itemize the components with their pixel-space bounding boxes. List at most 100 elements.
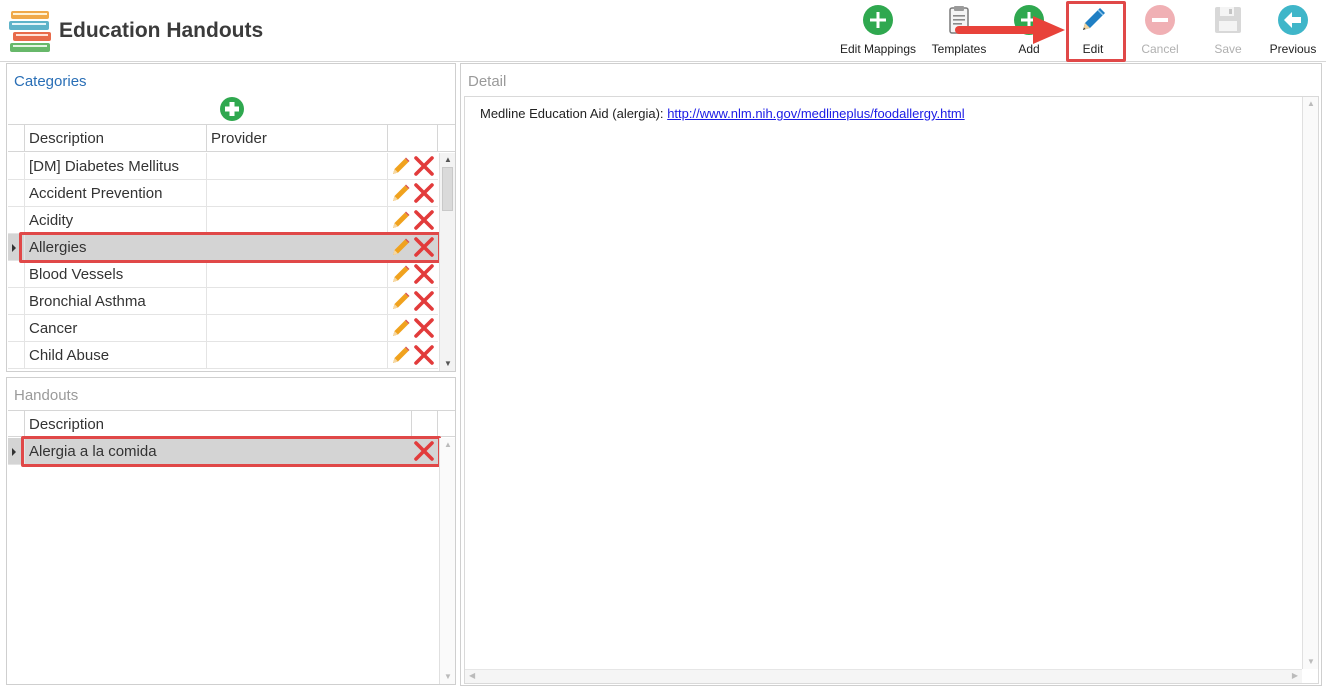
- table-row[interactable]: Blood Vessels: [8, 261, 438, 288]
- handouts-panel: Handouts Description Alergia a la comida…: [6, 377, 456, 685]
- table-row[interactable]: Acidity: [8, 207, 438, 234]
- previous-label: Previous: [1269, 42, 1317, 56]
- pencil-icon[interactable]: [390, 182, 412, 204]
- categories-title: Categories: [14, 73, 87, 90]
- edit-highlight-box: [1066, 1, 1126, 62]
- cancel-button[interactable]: Cancel: [1138, 4, 1182, 58]
- annotation-arrow-icon: [955, 16, 1065, 44]
- red-x-icon[interactable]: [413, 236, 435, 258]
- scroll-down-icon[interactable]: ▼: [443, 359, 453, 369]
- arrow-left-circle-icon: [1278, 5, 1308, 35]
- pencil-icon[interactable]: [390, 263, 412, 285]
- handouts-grid: Description Alergia a la comida ▲ ▼: [8, 410, 455, 684]
- table-row-selected[interactable]: Allergies: [8, 234, 438, 261]
- detail-text: Medline Education Aid (alergia):: [480, 106, 664, 121]
- row-indicator-cell: [8, 288, 25, 315]
- header: Education Handouts Edit Mappings Templat…: [0, 0, 1326, 62]
- handouts-title: Handouts: [14, 387, 79, 404]
- row-indicator-cell: [8, 234, 25, 261]
- row-indicator-cell: [8, 180, 25, 207]
- category-provider: [207, 180, 388, 207]
- pencil-icon[interactable]: [390, 317, 412, 339]
- minus-circle-icon: [1145, 5, 1175, 35]
- category-provider: [207, 342, 388, 369]
- scroll-down-icon[interactable]: ▼: [1306, 657, 1316, 667]
- handouts-scrollbar[interactable]: ▲ ▼: [439, 438, 455, 684]
- save-button[interactable]: Save: [1208, 4, 1248, 58]
- detail-panel: Detail Medline Education Aid (alergia): …: [460, 63, 1322, 686]
- category-description: Allergies: [29, 239, 87, 256]
- table-row[interactable]: Accident Prevention: [8, 180, 438, 207]
- scroll-up-icon[interactable]: ▲: [1306, 99, 1316, 109]
- table-row[interactable]: Bronchial Asthma: [8, 288, 438, 315]
- edit-mappings-button[interactable]: Edit Mappings: [838, 4, 918, 58]
- category-description: [DM] Diabetes Mellitus: [25, 153, 207, 180]
- category-provider: [207, 315, 388, 342]
- categories-grid: Description Provider [DM] Diabetes Melli…: [8, 124, 455, 372]
- category-description: Accident Prevention: [25, 180, 207, 207]
- edit-mappings-label: Edit Mappings: [839, 42, 917, 56]
- add-category-icon[interactable]: [219, 96, 245, 122]
- save-label: Save: [1214, 42, 1242, 56]
- table-row[interactable]: Child Abuse: [8, 342, 438, 369]
- category-provider: [207, 234, 388, 261]
- plus-circle-icon: [863, 5, 893, 35]
- detail-line: Medline Education Aid (alergia): http://…: [480, 106, 965, 121]
- scroll-up-icon[interactable]: ▲: [443, 155, 453, 165]
- table-row-selected[interactable]: Alergia a la comida: [8, 438, 438, 465]
- detail-link[interactable]: http://www.nlm.nih.gov/medlineplus/fooda…: [667, 106, 964, 121]
- category-provider: [207, 153, 388, 180]
- category-description: Blood Vessels: [25, 261, 207, 288]
- pencil-icon[interactable]: [390, 209, 412, 231]
- column-header-actions: [388, 125, 438, 152]
- red-x-icon[interactable]: [413, 209, 435, 231]
- scroll-up-icon[interactable]: ▲: [443, 440, 453, 450]
- table-row[interactable]: Cancer: [8, 315, 438, 342]
- category-description: Bronchial Asthma: [25, 288, 207, 315]
- page-title: Education Handouts: [59, 19, 264, 42]
- row-indicator-cell: [8, 153, 25, 180]
- column-header-description[interactable]: Description: [25, 411, 412, 437]
- pencil-icon[interactable]: [390, 236, 412, 258]
- row-indicator-cell: [8, 315, 25, 342]
- row-indicator-cell: [8, 207, 25, 234]
- previous-button[interactable]: Previous: [1266, 4, 1320, 58]
- category-description: Cancer: [25, 315, 207, 342]
- pencil-icon[interactable]: [390, 155, 412, 177]
- column-header-description[interactable]: Description: [25, 125, 207, 152]
- categories-scrollbar[interactable]: ▲ ▼: [439, 153, 455, 371]
- pencil-icon[interactable]: [390, 344, 412, 366]
- detail-content[interactable]: Medline Education Aid (alergia): http://…: [464, 96, 1319, 684]
- categories-panel: Categories Description Provider [DM] Dia…: [6, 63, 456, 372]
- scroll-down-icon[interactable]: ▼: [443, 672, 453, 682]
- table-row[interactable]: [DM] Diabetes Mellitus: [8, 153, 438, 180]
- detail-vertical-scrollbar[interactable]: ▲ ▼: [1302, 97, 1318, 669]
- header-indicator-cell: [8, 411, 25, 437]
- category-provider: [207, 288, 388, 315]
- scroll-thumb[interactable]: [442, 167, 453, 211]
- category-description: Child Abuse: [25, 342, 207, 369]
- scroll-right-icon[interactable]: ▶: [1292, 671, 1298, 680]
- red-x-icon[interactable]: [413, 440, 435, 462]
- red-x-icon[interactable]: [413, 290, 435, 312]
- red-x-icon[interactable]: [413, 263, 435, 285]
- pencil-icon[interactable]: [390, 290, 412, 312]
- category-description: Acidity: [25, 207, 207, 234]
- row-indicator-arrow-icon: [12, 448, 16, 456]
- red-x-icon[interactable]: [413, 155, 435, 177]
- red-x-icon[interactable]: [413, 317, 435, 339]
- cancel-label: Cancel: [1141, 42, 1179, 56]
- handout-description: Alergia a la comida: [29, 443, 157, 460]
- books-icon: [9, 11, 51, 52]
- category-provider: [207, 207, 388, 234]
- red-x-icon[interactable]: [413, 182, 435, 204]
- column-header-provider[interactable]: Provider: [207, 125, 388, 152]
- red-x-icon[interactable]: [413, 344, 435, 366]
- categories-grid-header: Description Provider: [8, 125, 455, 152]
- detail-horizontal-scrollbar[interactable]: ◀ ▶: [465, 669, 1302, 683]
- category-provider: [207, 261, 388, 288]
- detail-title: Detail: [468, 73, 507, 90]
- scroll-left-icon[interactable]: ◀: [469, 671, 475, 680]
- row-indicator-cell: [8, 342, 25, 369]
- row-indicator-cell: [8, 261, 25, 288]
